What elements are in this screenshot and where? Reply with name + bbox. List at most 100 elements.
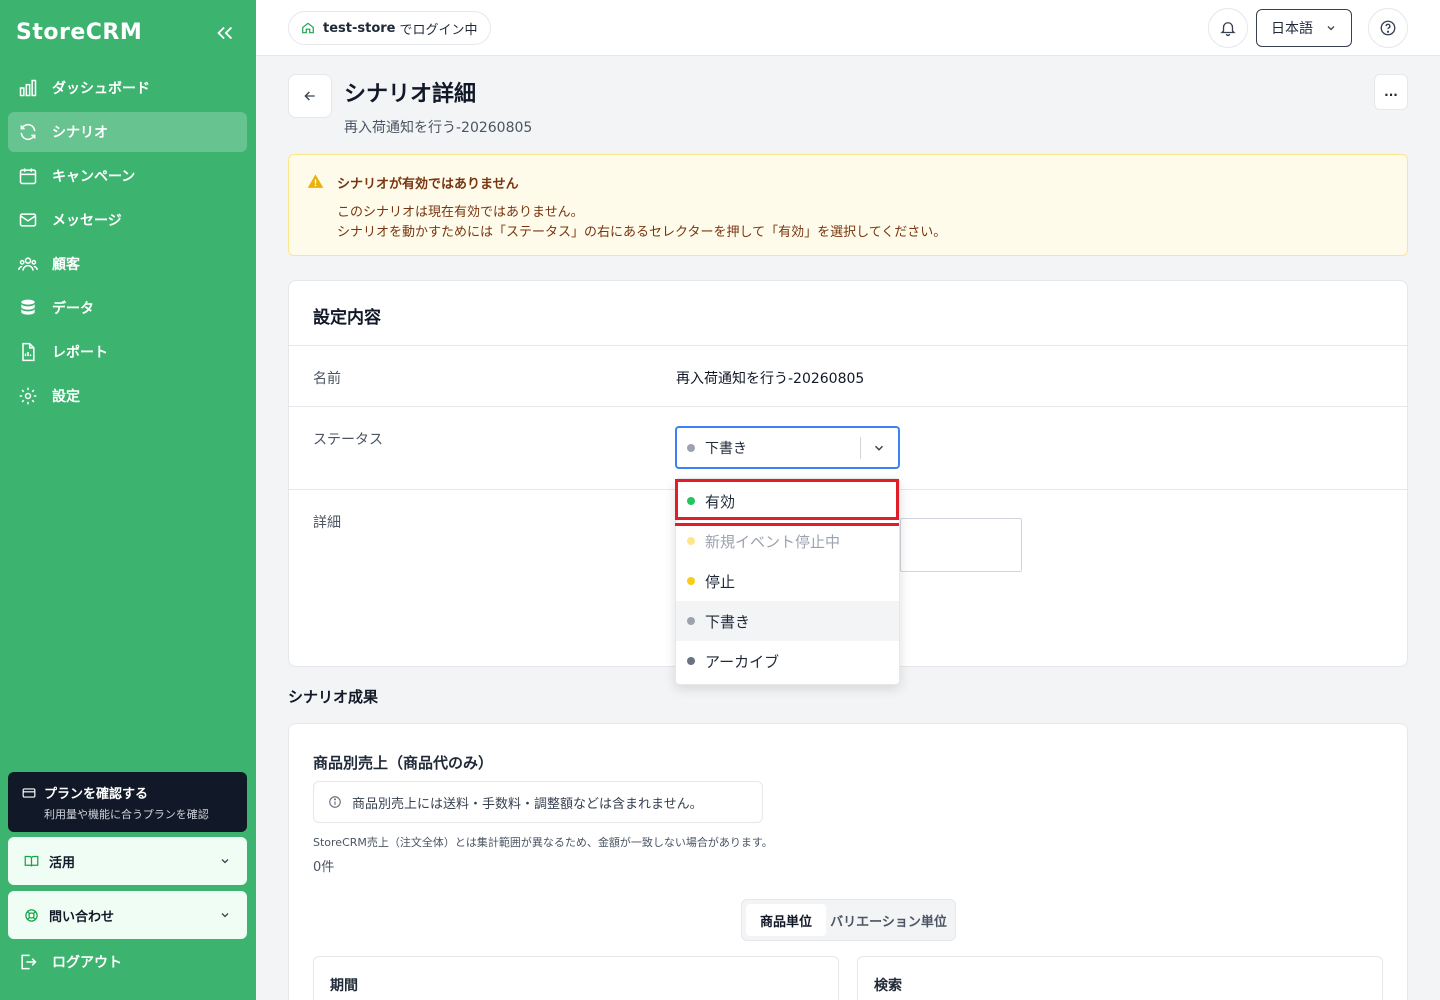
language-select[interactable]: 日本語 [1256, 9, 1352, 47]
inactive-warning-alert: シナリオが有効ではありません このシナリオは現在有効ではありません。 シナリオを… [288, 154, 1408, 256]
info-text: 商品別売上には送料・手数料・調整額などは含まれません。 [352, 796, 703, 812]
result-count: 0件 [313, 860, 335, 875]
page-subtitle: 再入荷通知を行う-20260805 [344, 120, 533, 136]
status-dot [687, 617, 695, 625]
period-label: 期間 [330, 978, 358, 994]
settings-title: 設定内容 [313, 308, 381, 328]
page-title: シナリオ詳細 [344, 82, 477, 107]
sidebar-item-label: 設定 [52, 389, 80, 405]
info-icon [329, 796, 341, 808]
help-button[interactable] [1368, 8, 1408, 48]
sidebar-nav: ダッシュボード シナリオ キャンペーン メッセージ 顧客 データ レポート 設定 [8, 68, 247, 420]
sidebar-item-label: メッセージ [52, 213, 122, 229]
status-option-stopped[interactable]: 停止 [676, 561, 899, 601]
sales-card: 商品別売上（商品代のみ） 商品別売上には送料・手数料・調整額などは含まれません。… [288, 723, 1408, 1000]
sidebar-item-label: シナリオ [52, 125, 108, 141]
arrow-left-icon [304, 91, 315, 101]
sidebar-item-label: ダッシュボード [52, 81, 150, 97]
chevron-down-icon [221, 913, 229, 918]
status-select[interactable]: 下書き [675, 426, 900, 469]
highlight-underline [675, 523, 899, 526]
search-card: 検索 [857, 956, 1383, 1000]
alert-message-line1: このシナリオは現在有効ではありません。 [337, 205, 584, 220]
credit-card-icon [22, 787, 36, 798]
contact-label: 問い合わせ [49, 909, 115, 925]
calendar-icon [19, 168, 37, 185]
status-dot [687, 443, 695, 452]
alert-title: シナリオが有効ではありません [337, 177, 519, 192]
status-dot [687, 657, 695, 665]
collapse-sidebar-icon[interactable] [214, 22, 236, 44]
search-label: 検索 [874, 978, 902, 994]
sidebar-item-message[interactable]: メッセージ [8, 200, 247, 240]
lifebuoy-icon [25, 908, 38, 922]
sidebar-item-customers[interactable]: 顧客 [8, 244, 247, 284]
option-label: アーカイブ [705, 652, 780, 671]
more-actions-button[interactable]: ... [1374, 74, 1408, 110]
info-notice: 商品別売上には送料・手数料・調整額などは含まれません。 [313, 781, 763, 823]
highlight-box [675, 479, 899, 520]
bell-icon [1220, 22, 1236, 37]
status-option-draft[interactable]: 下書き [676, 601, 899, 641]
top-header: test-store でログイン中 日本語 [256, 0, 1440, 56]
name-value: 再入荷通知を行う-20260805 [676, 371, 865, 387]
brand-logo[interactable]: StoreCRM [16, 20, 142, 45]
sidebar-item-label: データ [52, 301, 94, 317]
store-name: test-store [323, 20, 396, 36]
refresh-icon [20, 123, 36, 141]
select-separator [860, 437, 861, 459]
document-chart-icon [22, 342, 35, 362]
warning-icon [307, 174, 324, 188]
sidebar: StoreCRM ダッシュボード シナリオ キャンペーン メッセージ 顧客 デー… [0, 0, 256, 1000]
detail-label: 詳細 [313, 515, 341, 531]
store-login-pill[interactable]: test-store でログイン中 [288, 11, 491, 45]
sidebar-item-dashboard[interactable]: ダッシュボード [8, 68, 247, 108]
option-label: 新規イベント停止中 [705, 532, 841, 551]
name-label: 名前 [313, 371, 341, 387]
logout-label: ログアウト [52, 955, 122, 971]
back-button[interactable] [288, 74, 332, 118]
book-open-icon [24, 855, 39, 867]
sidebar-item-report[interactable]: レポート [8, 332, 247, 372]
sidebar-item-data[interactable]: データ [8, 288, 247, 328]
sidebar-item-settings[interactable]: 設定 [8, 376, 247, 416]
status-label: ステータス [313, 432, 383, 448]
logout-icon [21, 954, 37, 970]
status-select-value: 下書き [705, 440, 747, 457]
usage-accordion[interactable]: 活用 [8, 837, 247, 885]
status-dot [687, 577, 695, 585]
status-dot [687, 537, 695, 545]
gear-icon [19, 387, 37, 405]
chevron-down-icon [1327, 26, 1335, 31]
divider [289, 345, 1407, 346]
status-option-archive[interactable]: アーカイブ [676, 641, 899, 681]
chevron-down-icon[interactable] [872, 441, 886, 455]
sales-note: StoreCRM売上（注文全体）とは集計範囲が異なるため、金額が一致しない場合が… [313, 836, 773, 849]
sidebar-item-scenario[interactable]: シナリオ [8, 112, 247, 152]
period-card: 期間 [313, 956, 839, 1000]
detail-field[interactable] [900, 518, 1022, 572]
sidebar-item-campaign[interactable]: キャンペーン [8, 156, 247, 196]
option-label: 停止 [705, 572, 736, 591]
tab-product-unit[interactable]: 商品単位 [746, 904, 826, 936]
results-section-title: シナリオ成果 [288, 688, 379, 706]
mail-icon [19, 213, 37, 227]
tab-variation-unit[interactable]: バリエーション単位 [826, 904, 951, 936]
contact-accordion[interactable]: 問い合わせ [8, 891, 247, 939]
alert-message-line2: シナリオを動かすためには「ステータス」の右にあるセレクターを押して「有効」を選択… [337, 225, 947, 240]
database-icon [21, 299, 35, 315]
plan-card[interactable]: プランを確認する 利用量や機能に合うプランを確認 [8, 772, 247, 832]
plan-subtitle: 利用量や機能に合うプランを確認 [44, 808, 209, 821]
chevron-down-icon [221, 859, 229, 864]
sidebar-item-label: レポート [52, 345, 108, 361]
plan-title: プランを確認する [44, 787, 149, 802]
logout-button[interactable]: ログアウト [18, 952, 122, 972]
sidebar-item-label: キャンペーン [52, 169, 136, 185]
language-value: 日本語 [1271, 21, 1313, 37]
divider [289, 406, 1407, 407]
question-circle-icon [1380, 20, 1396, 36]
status-option-new-events-paused: 新規イベント停止中 [676, 521, 899, 561]
users-icon [18, 257, 38, 271]
home-icon [302, 22, 314, 34]
notification-button[interactable] [1208, 8, 1248, 48]
